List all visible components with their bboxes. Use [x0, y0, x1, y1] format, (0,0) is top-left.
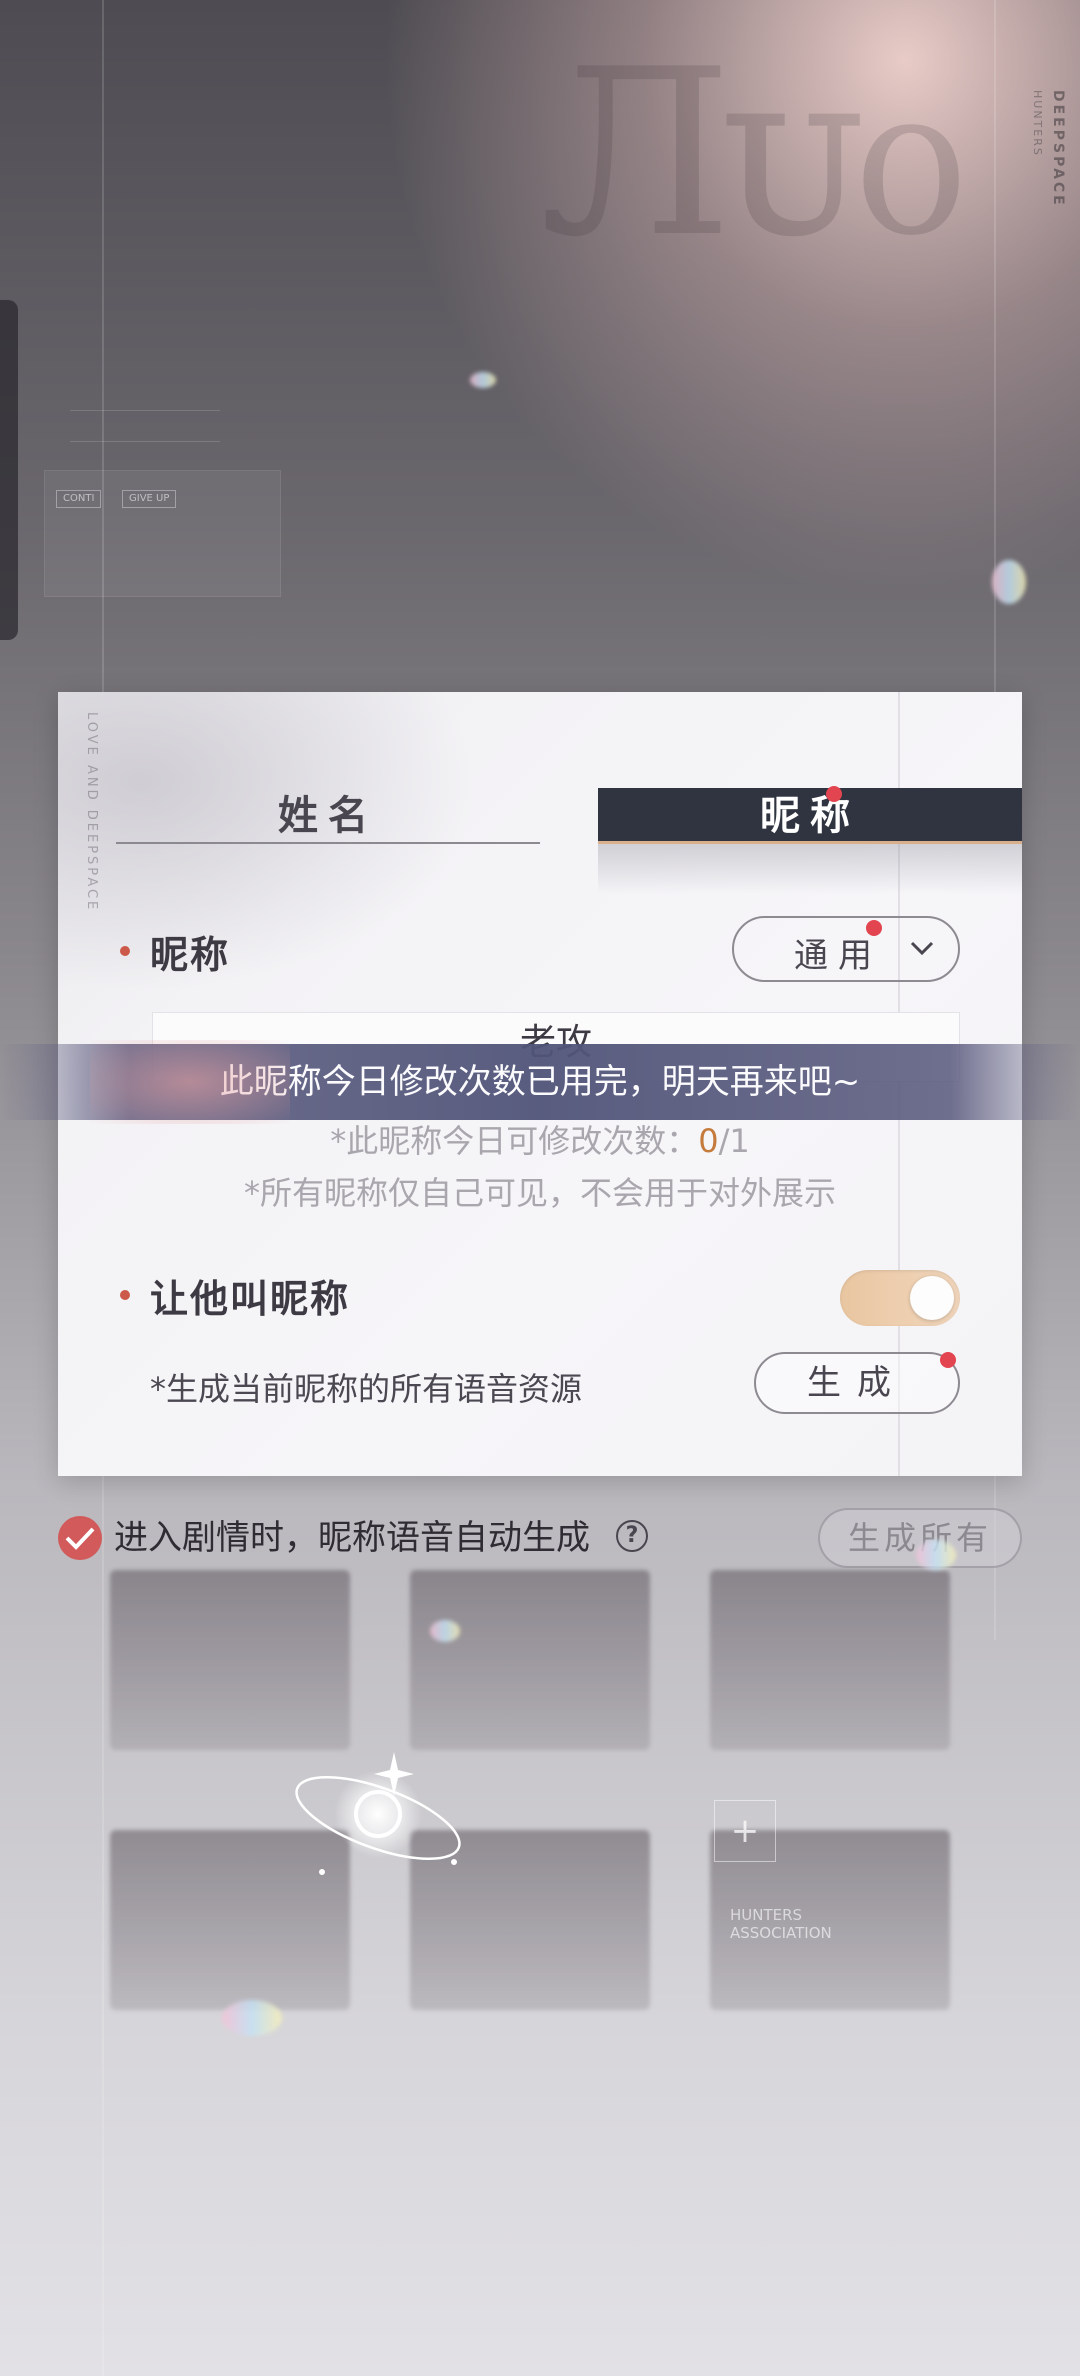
background-decor-letters: Лᴜ᧐	[540, 40, 968, 270]
check-icon	[65, 1527, 95, 1550]
loading-sparkle-icon	[295, 1752, 461, 1875]
tab-nickname[interactable]: 昵称	[598, 788, 1022, 844]
shimmer-decor	[992, 560, 1026, 604]
visibility-hint: *所有昵称仅自己可见，不会用于对外展示	[243, 1174, 836, 1212]
generate-notification-dot	[940, 1352, 956, 1368]
dialog-side-text: LOVE AND DEEPSPACE	[84, 712, 99, 913]
generate-button[interactable]: 生成	[754, 1352, 960, 1414]
background-ghost-lines	[70, 410, 220, 442]
bullet-dot	[120, 1290, 130, 1300]
add-icon: +	[714, 1800, 776, 1862]
dropdown-value: 通用	[794, 936, 882, 976]
chevron-down-icon	[910, 941, 934, 956]
toast-glow	[90, 1040, 290, 1124]
brand-vertical-subtext: HUNTERS	[1031, 90, 1044, 157]
shimmer-decor	[916, 1540, 956, 1570]
auto-generate-label: 进入剧情时，昵称语音自动生成	[114, 1518, 590, 1558]
nickname-scope-dropdown[interactable]: 通用	[732, 916, 960, 982]
tab-name[interactable]: 姓名	[116, 788, 540, 844]
help-icon[interactable]: ?	[616, 1520, 648, 1552]
ghost-giveup-label: GIVE UP	[122, 490, 177, 508]
call-nickname-toggle[interactable]	[840, 1270, 960, 1326]
shimmer-decor	[222, 2000, 282, 2036]
hint-prefix: *此昵称今日可修改次数：	[330, 1122, 699, 1160]
tab-shadow	[598, 844, 1022, 894]
shimmer-decor	[470, 372, 496, 388]
hint-suffix: /1	[718, 1122, 750, 1160]
shimmer-decor	[430, 1620, 460, 1642]
tab-notification-dot	[826, 786, 842, 802]
background-card	[710, 1570, 950, 1750]
bullet-dot	[120, 946, 130, 956]
dropdown-notification-dot	[866, 920, 882, 936]
brand-vertical-text: DEEPSPACE	[1050, 90, 1066, 208]
ghost-continue-label: CONTI	[56, 490, 102, 508]
toggle-knob	[910, 1276, 954, 1320]
tab-bar: 姓名 昵称	[116, 786, 1022, 894]
call-nickname-label: 让他叫昵称	[150, 1276, 351, 1321]
generate-description: *生成当前昵称的所有语音资源	[150, 1370, 583, 1408]
hunters-association-text: HUNTERS ASSOCIATION	[730, 1906, 832, 1942]
nickname-section-label: 昵称	[150, 932, 231, 977]
hint-count: 0	[698, 1122, 719, 1160]
left-edge-tab[interactable]	[0, 300, 18, 640]
auto-generate-checkbox[interactable]	[58, 1516, 102, 1560]
